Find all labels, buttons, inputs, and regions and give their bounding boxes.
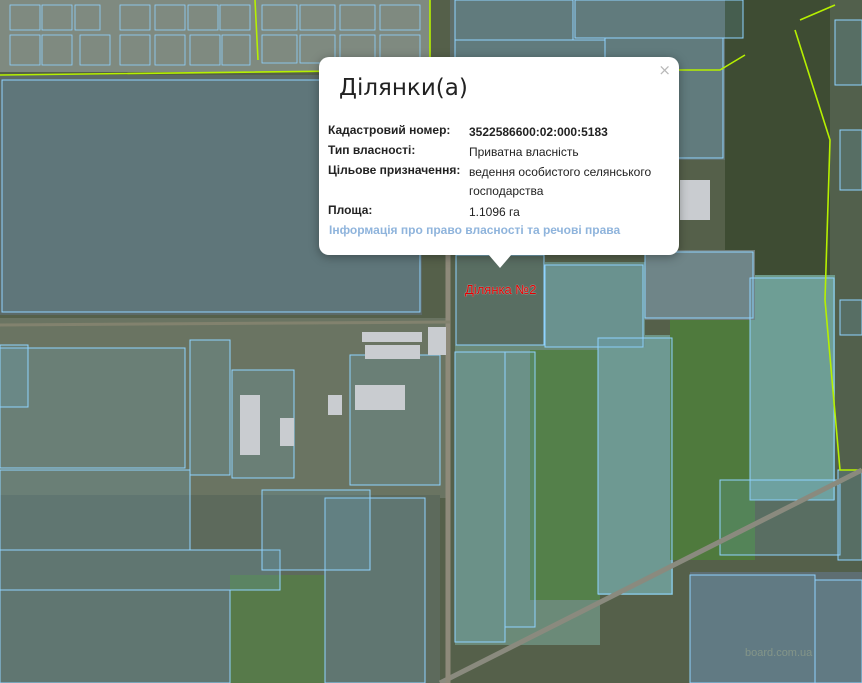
parcel[interactable]: [814, 579, 862, 683]
ownership-info-link[interactable]: Інформація про право власності та речові…: [329, 223, 620, 237]
purpose-value: ведення особистого селянського господарс…: [469, 165, 652, 198]
parcel[interactable]: [839, 299, 862, 336]
watermark: board.com.ua: [745, 647, 813, 659]
purpose-label: Цільове призначення:: [328, 163, 461, 177]
parcel[interactable]: [189, 339, 231, 476]
parcel[interactable]: [689, 574, 816, 683]
parcel[interactable]: [504, 351, 536, 628]
area-label: Площа:: [328, 203, 373, 217]
parcel-info-popup: × Ділянки(а) Кадастровий номер: 35225866…: [319, 57, 679, 255]
parcel[interactable]: [0, 549, 281, 591]
parcel[interactable]: [454, 0, 574, 41]
parcel[interactable]: [574, 0, 744, 39]
parcel-label: Ділянка №2: [465, 282, 537, 297]
parcel[interactable]: [749, 277, 835, 501]
parcel[interactable]: [834, 19, 862, 86]
parcel[interactable]: [597, 337, 673, 595]
parcel[interactable]: [544, 264, 644, 348]
parcel[interactable]: [0, 344, 29, 408]
cadastral-number-label: Кадастровий номер:: [328, 123, 451, 137]
field: [230, 575, 325, 683]
popup-pointer: [488, 254, 512, 268]
parcel[interactable]: [0, 469, 191, 551]
popup-title: Ділянки(а): [339, 75, 468, 101]
parcel[interactable]: [0, 589, 231, 683]
close-icon[interactable]: ×: [658, 61, 671, 79]
field: [530, 350, 600, 600]
cadastral-number-value: 3522586600:02:000:5183: [469, 125, 608, 139]
parcel[interactable]: [455, 254, 545, 346]
parcel[interactable]: [644, 251, 754, 319]
area-value: 1.1096 га: [469, 205, 520, 219]
parcel[interactable]: [839, 129, 862, 191]
parcel[interactable]: [837, 469, 862, 561]
parcel[interactable]: [261, 489, 371, 571]
parcel[interactable]: [454, 351, 506, 643]
parcel[interactable]: [349, 354, 441, 486]
ownership-type-value: Приватна власність: [469, 145, 579, 159]
ownership-type-label: Тип власності:: [328, 143, 416, 157]
